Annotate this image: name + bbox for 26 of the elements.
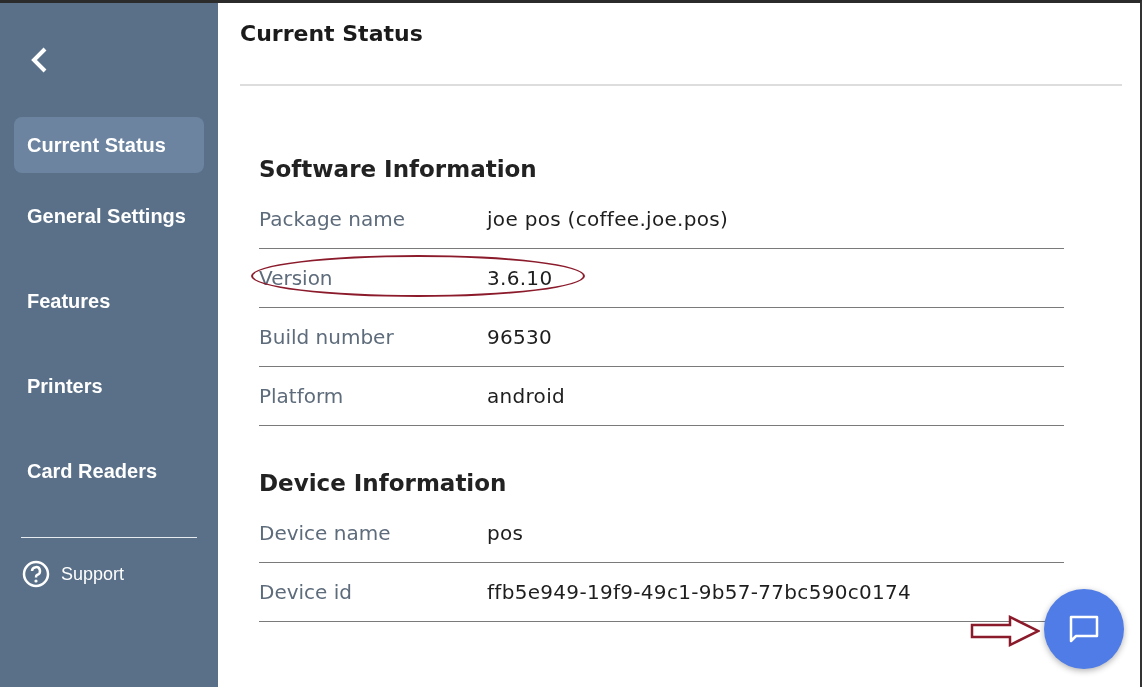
- section-title: Software Information: [259, 155, 538, 184]
- info-value: 3.6.10: [487, 266, 553, 290]
- sidebar-item[interactable]: General Settings: [14, 203, 204, 230]
- chat-button[interactable]: [1044, 589, 1124, 669]
- info-value: android: [487, 384, 565, 408]
- help-icon: [22, 560, 50, 588]
- info-label: Package name: [259, 207, 406, 231]
- info-label: Device id: [259, 580, 353, 604]
- support-link[interactable]: Support: [14, 560, 204, 588]
- support-label: Support: [61, 563, 125, 585]
- page-title: Current Status: [240, 21, 423, 46]
- info-value: ffb5e949-19f9-49c1-9b57-77bc590c0174: [487, 580, 912, 604]
- section-title: Device Information: [259, 469, 508, 498]
- info-value: joe pos (coffee.joe.pos): [487, 207, 729, 231]
- sidebar-item[interactable]: Card Readers: [14, 458, 204, 485]
- arrow-annotation: [970, 615, 1040, 647]
- sidebar-item[interactable]: Features: [14, 288, 204, 315]
- sidebar-item[interactable]: Printers: [14, 373, 204, 400]
- chat-icon: [1068, 614, 1100, 644]
- info-label: Build number: [259, 325, 395, 349]
- info-value: pos: [487, 521, 524, 545]
- info-label: Device name: [259, 521, 392, 545]
- info-label: Platform: [259, 384, 345, 408]
- sidebar-item[interactable]: Current Status: [14, 117, 204, 173]
- info-label: Version: [259, 266, 334, 290]
- info-value: 96530: [487, 325, 553, 349]
